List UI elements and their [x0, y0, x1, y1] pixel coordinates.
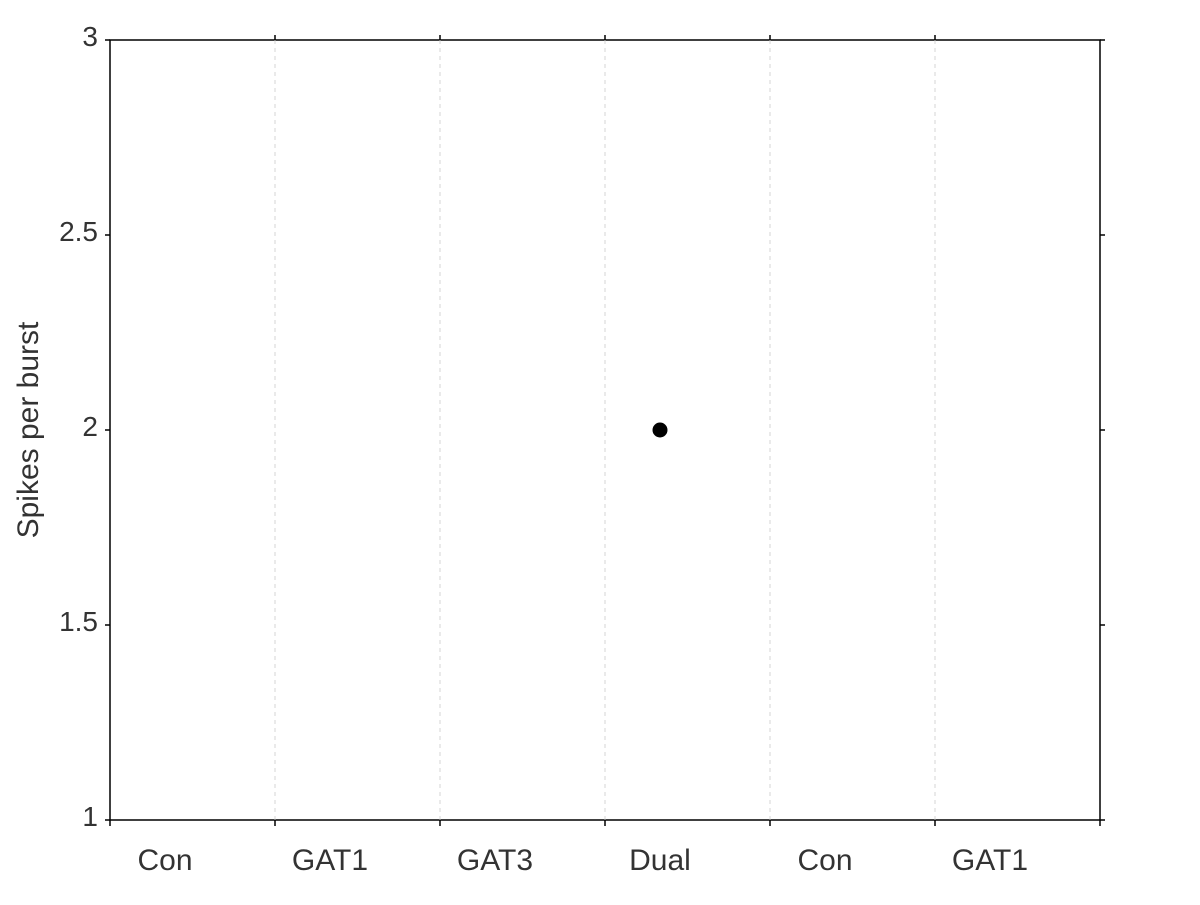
ytick-label-2: 2 — [82, 411, 98, 442]
xlabel-gat3: GAT3 — [457, 844, 533, 877]
xlabel-gat1-2: GAT1 — [952, 844, 1028, 877]
ytick-label-1: 1 — [82, 801, 98, 832]
xlabel-gat1-1: GAT1 — [292, 844, 368, 877]
xlabel-con1: Con — [137, 844, 192, 877]
data-point-dual — [653, 423, 667, 437]
chart-svg: 3 2.5 2 1.5 1 Con GAT1 GAT3 Dual Con GAT… — [0, 0, 1200, 900]
chart-container: 3 2.5 2 1.5 1 Con GAT1 GAT3 Dual Con GAT… — [0, 0, 1200, 900]
plot-area — [110, 40, 1100, 820]
ytick-label-15: 1.5 — [59, 606, 98, 637]
xlabel-dual: Dual — [629, 844, 691, 877]
xlabel-con2: Con — [797, 844, 852, 877]
y-axis-label: Spikes per burst — [12, 321, 45, 538]
ytick-label-25: 2.5 — [59, 216, 98, 247]
ytick-label-3: 3 — [82, 21, 98, 52]
